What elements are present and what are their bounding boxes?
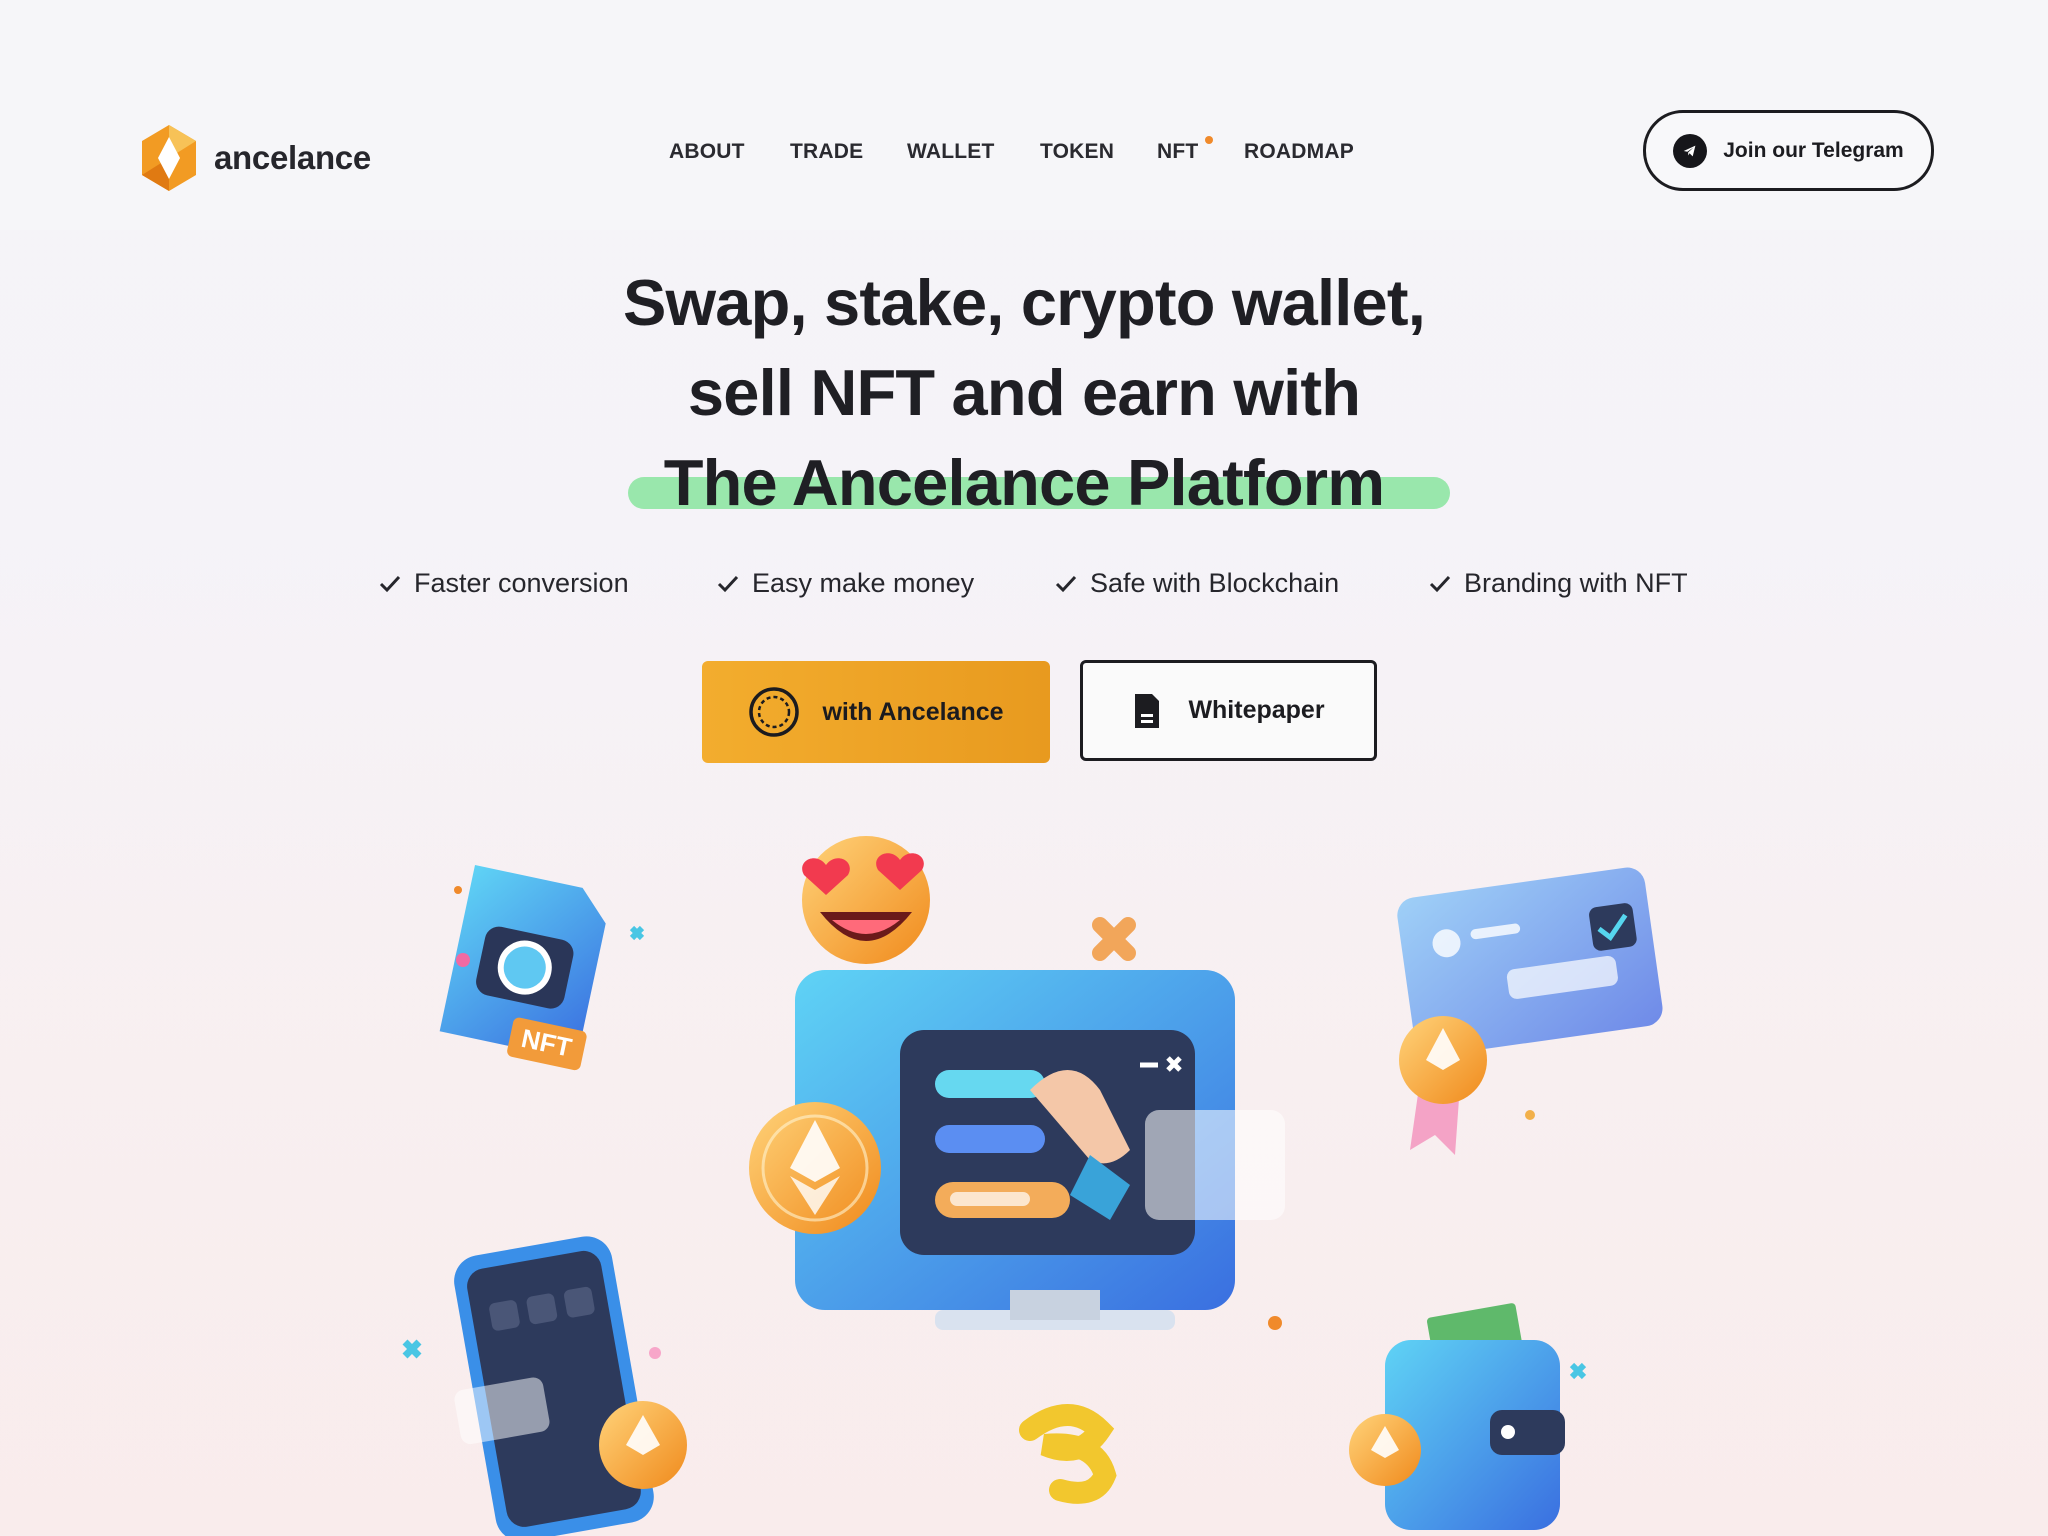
heart-eyes-emoji-icon xyxy=(802,836,930,964)
nft-camera-file: NFT xyxy=(439,865,606,1071)
feature-label: Faster conversion xyxy=(414,568,629,598)
feature-item: Easy make money xyxy=(716,568,974,599)
nav-about[interactable]: ABOUT xyxy=(669,140,745,164)
nav-roadmap[interactable]: ROADMAP xyxy=(1244,140,1354,164)
document-icon xyxy=(1135,693,1160,728)
with-ancelance-label: with Ancelance xyxy=(822,697,1004,726)
hero-title-line-2: sell NFT and earn with xyxy=(687,356,1361,429)
nav-trade[interactable]: TRADE xyxy=(790,140,863,164)
check-icon xyxy=(717,575,739,592)
feature-label: Easy make money xyxy=(752,568,975,598)
feature-label: Safe with Blockchain xyxy=(1090,568,1340,598)
check-icon xyxy=(1429,575,1451,592)
feature-item: Safe with Blockchain xyxy=(1054,568,1339,599)
nav-token[interactable]: TOKEN xyxy=(1040,140,1114,164)
hero-title-line-1: Swap, stake, crypto wallet, xyxy=(622,266,1426,339)
medal-coin-icon xyxy=(1399,1016,1487,1155)
telegram-icon xyxy=(1673,133,1708,168)
feature-list: Faster conversion Easy make money Safe w… xyxy=(0,568,2048,608)
nav-nft[interactable]: NFT xyxy=(1157,140,1198,164)
wallet-icon xyxy=(1385,1303,1565,1530)
check-icon xyxy=(1055,575,1077,592)
smartphone-icon xyxy=(454,1236,654,1536)
whitepaper-label: Whitepaper xyxy=(1188,696,1325,724)
join-telegram-button[interactable]: Join our Telegram xyxy=(1643,110,1934,191)
ethereum-coin-icon xyxy=(749,1102,881,1234)
feature-item: Branding with NFT xyxy=(1428,568,1688,599)
feature-label: Branding with NFT xyxy=(1464,568,1688,598)
coin-outline-icon xyxy=(749,687,800,737)
nft-new-dot xyxy=(1205,136,1213,144)
hero-title: Swap, stake, crypto wallet, sell NFT and… xyxy=(0,258,2048,528)
join-telegram-label: Join our Telegram xyxy=(1723,138,1904,162)
with-ancelance-button[interactable]: with Ancelance xyxy=(702,661,1050,763)
hero-title-line-3: The Ancelance Platform xyxy=(663,446,1385,519)
nav-wallet[interactable]: WALLET xyxy=(907,140,995,164)
feature-item: Faster conversion xyxy=(378,568,629,599)
whitepaper-button[interactable]: Whitepaper xyxy=(1080,660,1377,761)
check-icon xyxy=(379,575,401,592)
ethereum-coin-icon xyxy=(599,1401,687,1489)
hero-illustration: NFT xyxy=(0,820,2048,1536)
ethereum-coin-icon xyxy=(1349,1414,1421,1486)
crypto-3d-illustration: NFT xyxy=(402,836,1663,1536)
